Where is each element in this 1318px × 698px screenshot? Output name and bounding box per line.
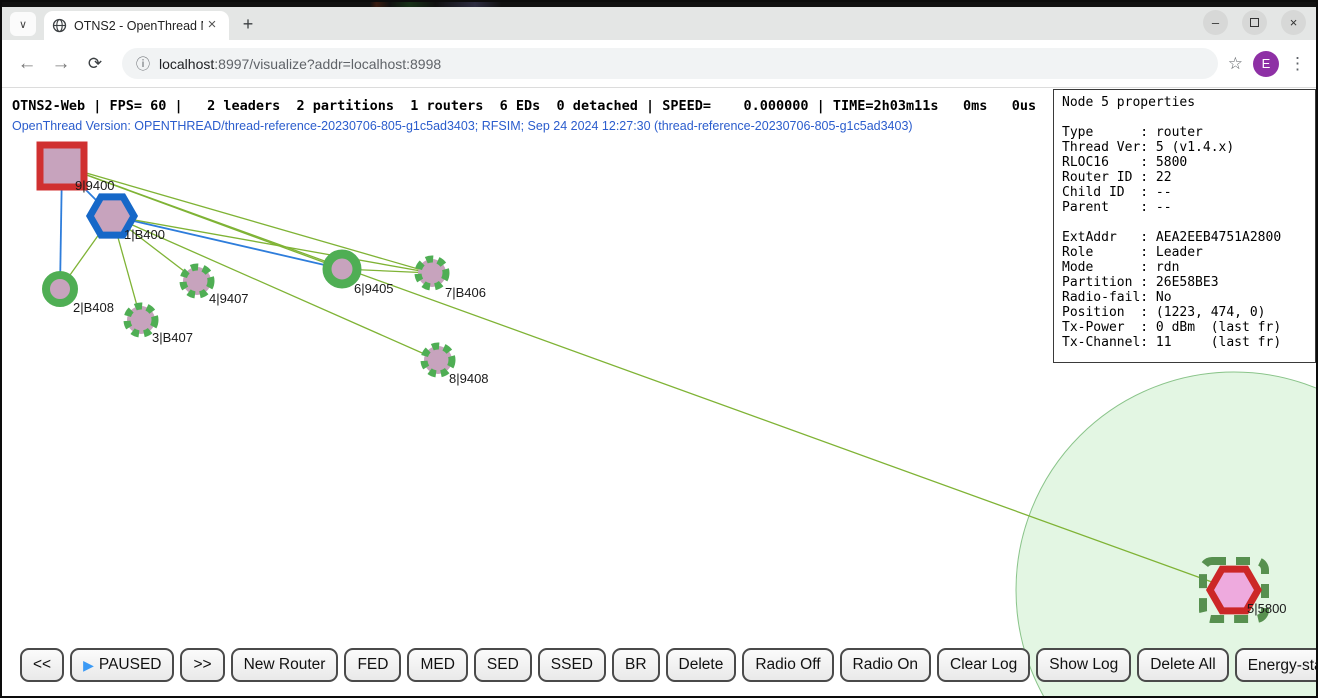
node-label-3: 3|B407	[152, 330, 193, 345]
toolbar-button-fed[interactable]: FED	[344, 648, 401, 682]
toolbar-button-show-log[interactable]: Show Log	[1036, 648, 1131, 682]
maximize-icon	[1250, 18, 1259, 27]
node-label-8: 8|9408	[449, 371, 489, 386]
node-8[interactable]	[424, 346, 452, 374]
toolbar-button-delete-all[interactable]: Delete All	[1137, 648, 1228, 682]
profile-avatar[interactable]: E	[1253, 51, 1279, 77]
toolbar-button-med[interactable]: MED	[407, 648, 467, 682]
simulation-status-bar: OTNS2-Web | FPS= 60 | 2 leaders 2 partit…	[12, 98, 1036, 114]
toolbar-button-new-router[interactable]: New Router	[231, 648, 339, 682]
simulation-toolbar: <<▶PAUSED>>New RouterFEDMEDSEDSSEDBRDele…	[20, 648, 1316, 682]
refresh-button[interactable]: ⟳	[80, 49, 110, 79]
url-text: localhost:8997/visualize?addr=localhost:…	[159, 56, 441, 72]
openthread-version-text: OpenThread Version: OPENTHREAD/thread-re…	[12, 119, 913, 133]
toolbar-button-paused[interactable]: ▶PAUSED	[70, 648, 174, 682]
forward-button[interactable]: →	[46, 49, 76, 79]
navigation-bar: ← → ⟳ ⓘ localhost:8997/visualize?addr=lo…	[2, 40, 1316, 88]
node-label-4: 4|9407	[209, 291, 249, 306]
chevron-down-icon: ∨	[19, 18, 27, 31]
otns-canvas-area: 9|9400 1|B400 2|B408 3|B407 4|9407 6|9405 7|B4…	[2, 88, 1316, 696]
url-path: :8997/visualize?addr=localhost:8998	[214, 56, 441, 72]
node-6[interactable]	[327, 254, 357, 284]
node-4[interactable]	[183, 267, 211, 295]
globe-icon	[52, 18, 67, 33]
toolbar-button-br[interactable]: BR	[612, 648, 660, 682]
toolbar-button-sed[interactable]: SED	[474, 648, 532, 682]
node-label-7: 7|B406	[445, 285, 486, 300]
node-label-2: 2|B408	[73, 300, 114, 315]
minimize-button[interactable]: –	[1203, 10, 1228, 35]
node-properties-panel: Node 5 properties Type : router Thread V…	[1053, 89, 1316, 363]
node-label-6: 6|9405	[354, 281, 394, 296]
toolbar-button-radio-on[interactable]: Radio On	[840, 648, 931, 682]
node-label-9: 9|9400	[75, 178, 115, 193]
node-label-1: 1|B400	[124, 227, 165, 242]
toolbar-button-radio-off[interactable]: Radio Off	[742, 648, 833, 682]
tab-search-button[interactable]: ∨	[10, 12, 36, 36]
link-node1-node7	[112, 216, 432, 273]
node-properties-title: Node 5 properties	[1062, 95, 1315, 110]
window-controls: – ×	[1203, 10, 1306, 35]
toolbar-button-[interactable]: <<	[20, 648, 64, 682]
node-properties-lines: Type : router Thread Ver: 5 (v1.4.x) RLO…	[1062, 125, 1315, 350]
back-button[interactable]: ←	[12, 49, 42, 79]
toolbar-button-delete[interactable]: Delete	[666, 648, 737, 682]
new-tab-button[interactable]: +	[235, 11, 261, 37]
play-icon: ▶	[83, 657, 94, 674]
toolbar-button-energy-stats[interactable]: Energy-stats ↗	[1235, 648, 1316, 682]
browser-menu-icon[interactable]: ⋮	[1289, 54, 1306, 74]
browser-window: ∨ OTNS2 - OpenThread Ne × + – × ← → ⟳ ⓘ …	[0, 0, 1318, 698]
close-button[interactable]: ×	[1281, 10, 1306, 35]
node-label-5: 5|5800	[1247, 601, 1287, 616]
bookmark-star-icon[interactable]: ☆	[1228, 54, 1243, 74]
node-2[interactable]	[46, 275, 74, 303]
site-info-icon[interactable]: ⓘ	[136, 54, 150, 74]
url-host: localhost	[159, 56, 214, 72]
node-3[interactable]	[127, 306, 155, 334]
address-bar[interactable]: ⓘ localhost:8997/visualize?addr=localhos…	[122, 48, 1218, 79]
tab-otns2[interactable]: OTNS2 - OpenThread Ne ×	[44, 11, 229, 40]
toolbar-button-ssed[interactable]: SSED	[538, 648, 606, 682]
maximize-button[interactable]	[1242, 10, 1267, 35]
toolbar-button-clear-log[interactable]: Clear Log	[937, 648, 1030, 682]
toolbar-button-[interactable]: >>	[180, 648, 224, 682]
node-7[interactable]	[418, 259, 446, 287]
tab-close-icon[interactable]: ×	[203, 17, 221, 35]
tab-bar: ∨ OTNS2 - OpenThread Ne × + – ×	[2, 7, 1316, 40]
tab-title: OTNS2 - OpenThread Ne	[74, 19, 203, 33]
